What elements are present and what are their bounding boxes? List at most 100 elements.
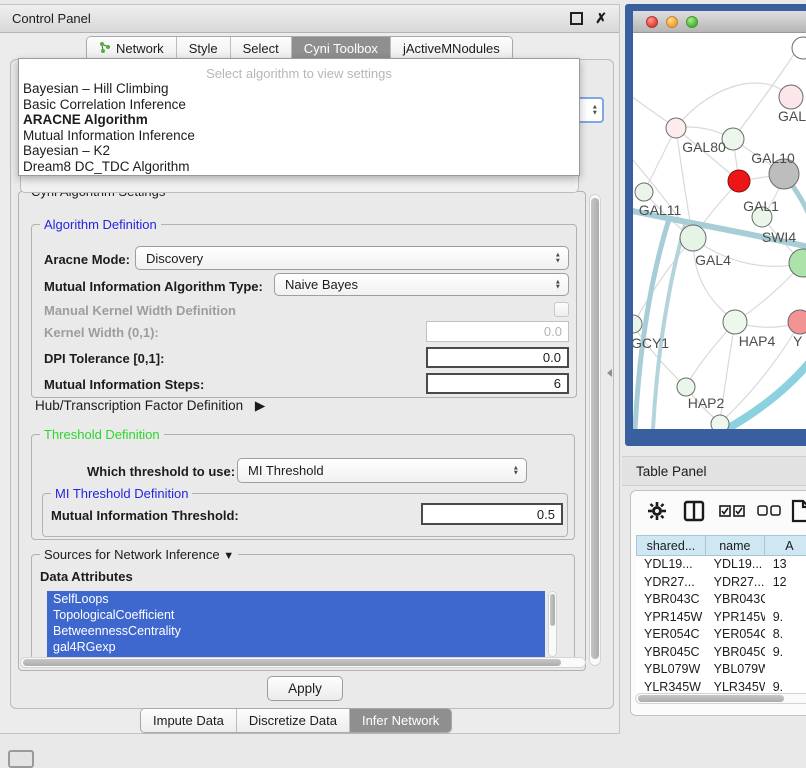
tab-impute-data[interactable]: Impute Data <box>141 709 237 732</box>
zoom-traffic-light[interactable] <box>686 16 698 28</box>
attribute-item[interactable]: TopologicalCoefficient <box>47 607 545 623</box>
table-row[interactable]: YBR045C YBR045C 9. <box>636 644 806 662</box>
table-row[interactable]: YER054C YER054C 8. <box>636 626 806 644</box>
table-row[interactable]: YDR27... YDR27... 12 <box>636 574 806 592</box>
mi-steps-label: Mutual Information Steps: <box>44 377 204 392</box>
threshold-definition-group: Threshold Definition Which threshold to … <box>31 434 575 540</box>
dropdown-item[interactable]: Dream8 DC_TDC Algorithm <box>19 159 579 175</box>
dropdown-item[interactable]: Basic Correlation Inference <box>19 97 579 113</box>
tab-jactivemnodules[interactable]: jActiveMNodules <box>391 37 512 60</box>
settings-scrollbar[interactable] <box>589 194 601 666</box>
table-h-scrollbar[interactable] <box>635 693 806 704</box>
node-gcy1[interactable] <box>633 315 642 333</box>
select-all-checkboxes-icon[interactable] <box>719 504 745 522</box>
tab-style[interactable]: Style <box>177 37 231 60</box>
algorithm-dropdown: Select algorithm to view settings Bayesi… <box>18 58 580 176</box>
close-icon[interactable]: ✗ <box>595 10 607 27</box>
dropdown-item[interactable]: Bayesian – K2 <box>19 143 579 159</box>
column-header-clipped[interactable]: A <box>765 535 806 556</box>
node-gal7[interactable] <box>779 85 803 109</box>
node-gal80[interactable] <box>666 118 686 138</box>
cell: YBL079W <box>636 661 706 679</box>
dpi-tolerance-value: 0.0 <box>543 350 561 365</box>
which-threshold-select[interactable]: MI Threshold ▲▼ <box>237 458 527 483</box>
mi-algorithm-type-select[interactable]: Naive Bayes ▲▼ <box>274 273 569 296</box>
cell: 9. <box>765 644 806 662</box>
apply-button-label: Apply <box>288 681 322 696</box>
node-label: Y <box>793 333 803 349</box>
tab-jactivemnodules-label: jActiveMNodules <box>403 41 500 56</box>
dropdown-item-selected[interactable]: ARACNE Algorithm <box>19 112 579 128</box>
tab-cyni-toolbox[interactable]: Cyni Toolbox <box>292 37 391 60</box>
node-gal4[interactable] <box>680 225 706 251</box>
sources-group-expander[interactable]: Sources for Network Inference ▼ <box>40 547 238 562</box>
float-window-icon[interactable] <box>570 12 583 25</box>
new-table-icon[interactable] <box>791 499 806 528</box>
attribute-item[interactable]: gal4RGexp <box>47 639 545 655</box>
attribute-item[interactable]: BetweennessCentrality <box>47 623 545 639</box>
node-unlabeled-bottom[interactable] <box>711 415 729 429</box>
dpi-tolerance-field[interactable]: 0.0 <box>426 347 569 368</box>
node-hap4[interactable] <box>723 310 747 334</box>
kernel-width-value: 0.0 <box>544 324 562 339</box>
kernel-width-field[interactable]: 0.0 <box>426 321 569 342</box>
attributes-list-scrollbar[interactable] <box>548 591 557 657</box>
cell: YBR043C <box>636 591 706 609</box>
tab-discretize-data[interactable]: Discretize Data <box>237 709 350 732</box>
manual-kernel-width-checkbox[interactable] <box>554 302 569 317</box>
settings-h-scrollbar[interactable] <box>20 657 586 668</box>
node-green-right[interactable] <box>789 249 806 277</box>
table-header-row: shared... name A <box>636 535 806 556</box>
cell: YBR045C <box>706 644 765 662</box>
gear-icon[interactable] <box>647 501 667 526</box>
node-label: GAL4 <box>695 252 731 268</box>
node-gal11[interactable] <box>635 183 653 201</box>
mi-threshold-group: MI Threshold Definition Mutual Informati… <box>42 493 568 537</box>
tab-network[interactable]: Network <box>87 37 177 60</box>
tab-impute-data-label: Impute Data <box>153 713 224 728</box>
data-attributes-list: SelfLoops TopologicalCoefficient Between… <box>47 591 545 657</box>
node-label: GAL7 <box>778 108 806 124</box>
table-row[interactable]: YBL079W YBL079W <box>636 661 806 679</box>
cell: YPR145W <box>706 609 765 627</box>
cell: YBR045C <box>636 644 706 662</box>
node-gal1[interactable] <box>728 170 750 192</box>
node-salmon-right[interactable] <box>788 310 806 334</box>
apply-button[interactable]: Apply <box>267 676 343 701</box>
hub-definition-expander[interactable]: Hub/Transcription Factor Definition ▶ <box>35 398 265 414</box>
cell: YER054C <box>706 626 765 644</box>
tab-style-label: Style <box>189 41 218 56</box>
close-traffic-light[interactable] <box>646 16 658 28</box>
deselect-all-checkboxes-icon[interactable] <box>757 504 781 522</box>
dropdown-item[interactable]: Bayesian – Hill Climbing <box>19 81 579 97</box>
cell: YDL19... <box>636 556 706 574</box>
tab-discretize-data-label: Discretize Data <box>249 713 337 728</box>
column-header-shared[interactable]: shared... <box>636 535 706 556</box>
node-label: GAL1 <box>743 198 779 214</box>
spinner-arrows-icon: ▲▼ <box>513 465 519 476</box>
table-row[interactable]: YDL19... YDL19... 13 <box>636 556 806 574</box>
minimize-traffic-light[interactable] <box>666 16 678 28</box>
expand-right-icon: ▶ <box>255 398 265 413</box>
spinner-arrows-icon: ▲▼ <box>555 279 561 290</box>
column-header-name[interactable]: name <box>706 535 765 556</box>
panel-divider-handle[interactable] <box>607 369 612 377</box>
column-layout-icon[interactable] <box>683 500 705 527</box>
dropdown-item[interactable]: Mutual Information Inference <box>19 128 579 144</box>
algorithm-combobox-focus-edge[interactable]: ▲▼ <box>576 97 604 123</box>
aracne-mode-select[interactable]: Discovery ▲▼ <box>135 246 569 270</box>
tab-select[interactable]: Select <box>231 37 292 60</box>
cell: 12 <box>765 574 806 592</box>
table-row[interactable]: YPR145W YPR145W 9. <box>636 609 806 627</box>
minimized-panel-icon[interactable] <box>8 750 34 768</box>
mi-steps-field[interactable]: 6 <box>426 373 569 394</box>
table-panel-titlebar: Table Panel <box>622 456 806 486</box>
algorithm-definition-group: Algorithm Definition Aracne Mode: Discov… <box>31 224 577 398</box>
tab-infer-network[interactable]: Infer Network <box>350 709 451 732</box>
node-hap2[interactable] <box>677 378 695 396</box>
attribute-item[interactable]: SelfLoops <box>47 591 545 607</box>
node-label: GAL80 <box>682 139 726 155</box>
node-unlabeled-top[interactable] <box>792 37 806 59</box>
mi-threshold-field[interactable]: 0.5 <box>421 503 563 525</box>
table-row[interactable]: YBR043C YBR043C <box>636 591 806 609</box>
